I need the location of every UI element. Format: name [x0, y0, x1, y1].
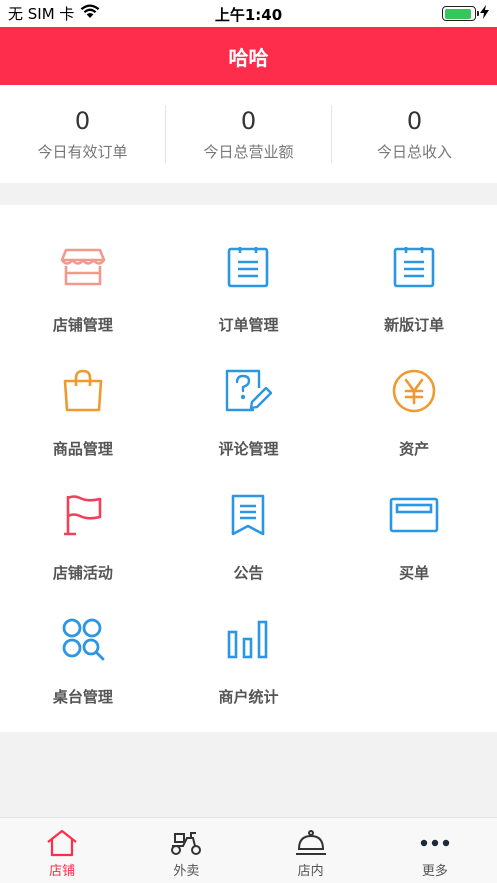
more-dots-icon: [418, 828, 452, 858]
tab-label: 店内: [297, 864, 324, 879]
menu-label: 店铺管理: [52, 316, 113, 334]
tab-takeout[interactable]: 外卖: [124, 818, 248, 883]
order-list-icon: [223, 242, 273, 292]
menu-label: 新版订单: [384, 316, 445, 334]
menu-label: 订单管理: [218, 316, 279, 334]
card-icon: [389, 490, 439, 540]
menu-product-management[interactable]: 商品管理: [0, 349, 166, 473]
charging-icon: [480, 4, 489, 23]
battery-level: [444, 8, 471, 19]
menu-assets[interactable]: 资产: [331, 349, 497, 473]
menu-label: 公告: [233, 564, 264, 582]
scooter-icon: [169, 828, 203, 858]
tab-label: 更多: [421, 864, 448, 879]
stat-total-income[interactable]: 0 今日总收入: [332, 105, 497, 163]
stat-value: 0: [406, 106, 423, 135]
menu-label: 评论管理: [218, 440, 279, 458]
tab-dine-in[interactable]: 店内: [249, 818, 373, 883]
menu-checkout[interactable]: 买单: [331, 473, 497, 597]
page-header: 哈哈: [0, 27, 497, 85]
cloche-icon: [294, 828, 328, 858]
stat-label: 今日总营业额: [203, 142, 294, 161]
bottom-tab-bar: 店铺 外卖 店内 更多: [0, 817, 497, 883]
menu-label: 资产: [399, 440, 430, 458]
flag-icon: [58, 490, 108, 540]
yen-coin-icon: [389, 366, 439, 416]
store-icon: [58, 242, 108, 292]
menu-merchant-statistics[interactable]: 商户统计: [166, 597, 332, 721]
menu-review-management[interactable]: 评论管理: [166, 349, 332, 473]
function-grid: 店铺管理 订单管理 新版订单 商品管理 评论管理 资产 店铺活动 公告 买单 桌…: [0, 205, 497, 732]
tab-label: 店铺: [49, 864, 76, 879]
menu-store-management[interactable]: 店铺管理: [0, 225, 166, 349]
stat-valid-orders[interactable]: 0 今日有效订单: [0, 105, 166, 163]
stat-value: 0: [74, 106, 91, 135]
wifi-icon: [80, 4, 100, 23]
battery-icon: [442, 6, 479, 21]
shopping-bag-icon: [58, 366, 108, 416]
menu-label: 商品管理: [52, 440, 113, 458]
home-icon: [45, 828, 79, 858]
menu-new-orders[interactable]: 新版订单: [331, 225, 497, 349]
tab-store[interactable]: 店铺: [0, 818, 124, 883]
stat-label: 今日有效订单: [37, 142, 128, 161]
status-left: 无 SIM 卡: [8, 3, 100, 24]
tab-more[interactable]: 更多: [373, 818, 497, 883]
menu-table-management[interactable]: 桌台管理: [0, 597, 166, 721]
menu-label: 买单: [399, 564, 430, 582]
menu-store-activities[interactable]: 店铺活动: [0, 473, 166, 597]
carrier-label: 无 SIM 卡: [8, 5, 75, 23]
bar-chart-icon: [223, 614, 273, 664]
menu-announcement[interactable]: 公告: [166, 473, 332, 597]
new-order-icon: [389, 242, 439, 292]
announcement-icon: [223, 490, 273, 540]
stat-value: 0: [240, 106, 257, 135]
stat-total-revenue[interactable]: 0 今日总营业额: [166, 105, 332, 163]
status-right: [442, 4, 489, 23]
menu-label: 桌台管理: [52, 688, 113, 706]
review-edit-icon: [223, 366, 273, 416]
menu-label: 店铺活动: [52, 564, 113, 582]
tab-label: 外卖: [173, 864, 200, 879]
menu-order-management[interactable]: 订单管理: [166, 225, 332, 349]
menu-label: 商户统计: [218, 688, 279, 706]
page-title: 哈哈: [228, 45, 269, 70]
today-stats: 0 今日有效订单 0 今日总营业额 0 今日总收入: [0, 85, 497, 183]
status-bar: 无 SIM 卡 上午1:40: [0, 0, 497, 27]
table-grid-icon: [58, 614, 108, 664]
stat-label: 今日总收入: [376, 142, 452, 161]
